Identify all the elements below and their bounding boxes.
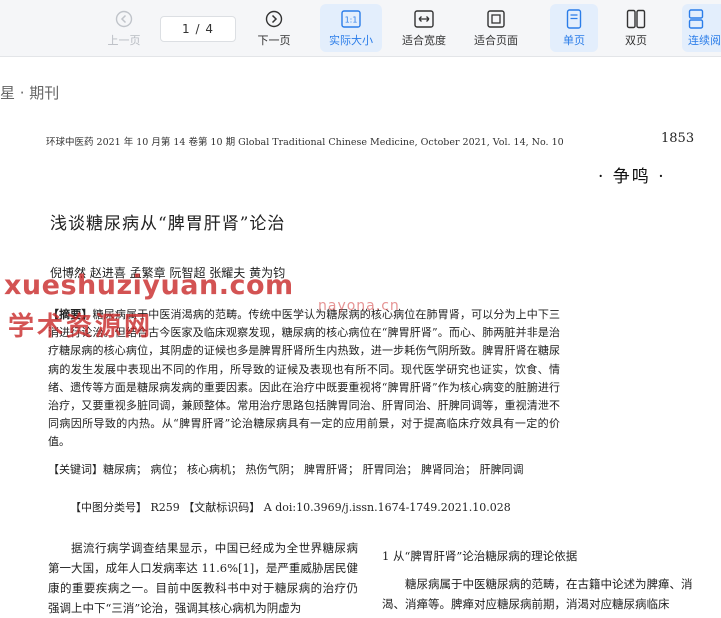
fit-page-label: 适合页面 <box>474 33 518 47</box>
arrow-right-circle-icon <box>265 9 283 29</box>
single-page-button[interactable]: 单页 <box>550 4 598 52</box>
classification-line: 【中图分类号】 R259 【文献标识码】 A doi:10.3969/j.iss… <box>70 501 511 514</box>
viewer-toolbar: 上一页 1 / 4 下一页 1:1 实际大小 适合宽度 适合页面 单页 双页 连… <box>0 0 721 57</box>
next-page-label: 下一页 <box>257 33 291 47</box>
actual-size-button[interactable]: 1:1 实际大小 <box>320 4 382 52</box>
watermark-site-name: 学术资源网 <box>8 312 154 342</box>
running-header: 环球中医药 2021 年 10 月第 14 卷第 10 期 Global Tra… <box>46 137 564 148</box>
watermark-small: nayona.cn <box>318 298 400 314</box>
continuous-page-icon <box>688 8 704 29</box>
prev-page-label: 上一页 <box>107 33 141 47</box>
continuous-page-button[interactable]: 连续阅 <box>682 4 721 52</box>
section-heading: 1 从“脾胃肝肾”论治糖尿病的理论依据 <box>382 549 578 563</box>
body-right-column: 糖尿病属于中医糖尿病的范畴，在古籍中论述为脾瘅、消渴、消瘅等。脾瘅对应糖尿病前期… <box>382 577 693 611</box>
double-page-label: 双页 <box>625 33 647 47</box>
journal-tag: 星 · 期刊 <box>0 84 60 102</box>
fit-width-label: 适合宽度 <box>402 33 446 47</box>
page-number: 1853 <box>661 131 695 146</box>
svg-text:1:1: 1:1 <box>345 15 358 24</box>
body-left-column: 据流行病学调查结果显示，中国已经成为全世界糖尿病第一大国，成年人口发病率达 11… <box>48 541 358 615</box>
keywords: 【关键词】糖尿病； 病位； 核心病机； 热伤气阴； 脾胃肝肾； 肝胃同治； 脾肾… <box>48 460 560 479</box>
double-page-button[interactable]: 双页 <box>612 4 660 52</box>
page-number-input[interactable]: 1 / 4 <box>160 16 236 42</box>
double-page-icon <box>626 9 646 29</box>
fit-width-button[interactable]: 适合宽度 <box>394 4 454 52</box>
next-page-button[interactable]: 下一页 <box>246 4 302 52</box>
prev-page-button[interactable]: 上一页 <box>96 4 152 52</box>
keywords-text: 糖尿病； 病位； 核心病机； 热伤气阴； 脾胃肝肾； 肝胃同治； 脾肾同治； 肝… <box>103 463 524 476</box>
actual-size-icon: 1:1 <box>341 9 361 29</box>
fit-page-icon <box>487 9 505 29</box>
keywords-label: 【关键词】 <box>48 463 103 476</box>
continuous-page-label: 连续阅 <box>688 33 721 47</box>
fit-page-button[interactable]: 适合页面 <box>466 4 526 52</box>
actual-size-label: 实际大小 <box>329 33 373 47</box>
arrow-left-circle-icon <box>115 9 133 29</box>
single-page-icon <box>566 8 582 29</box>
watermark-url: xueshuziyuan.com <box>4 270 294 301</box>
column-tag: · 争鸣 · <box>598 167 666 187</box>
single-page-label: 单页 <box>563 33 585 47</box>
fit-width-icon <box>414 9 434 29</box>
article-title: 浅谈糖尿病从“脾胃肝肾”论治 <box>50 214 286 234</box>
